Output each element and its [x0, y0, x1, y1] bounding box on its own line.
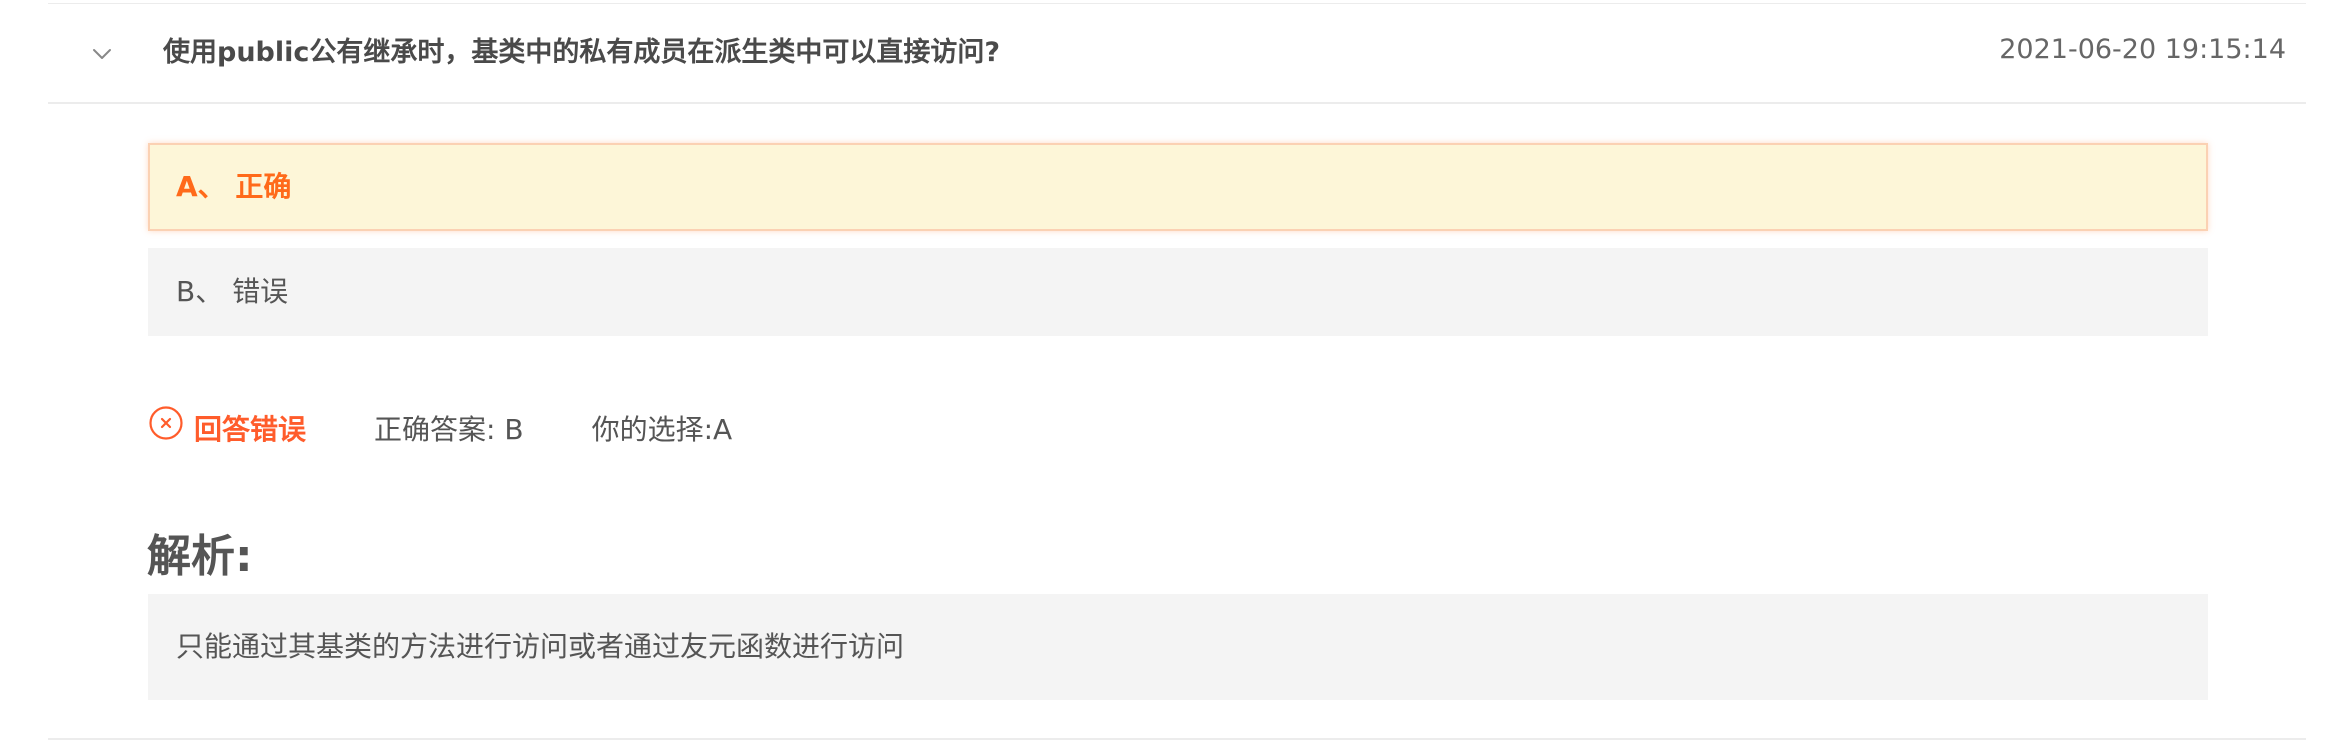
option-a[interactable]: A、 正确: [148, 143, 2208, 231]
option-b-label: B、 错误: [176, 275, 289, 308]
analysis-text: 只能通过其基类的方法进行访问或者通过友元函数进行访问: [148, 594, 2208, 700]
question-text: 使用public公有继承时，基类中的私有成员在派生类中可以直接访问?: [163, 37, 1001, 68]
option-b[interactable]: B、 错误: [148, 248, 2208, 336]
result-status: 回答错误: [194, 413, 307, 446]
answer-result-row: 回答错误 正确答案: B 你的选择:A: [148, 402, 732, 454]
question-header[interactable]: 使用public公有继承时，基类中的私有成员在派生类中可以直接访问? 2021-…: [48, 4, 2306, 104]
question-timestamp: 2021-06-20 19:15:14: [1999, 34, 2286, 65]
chevron-down-icon[interactable]: [84, 36, 120, 72]
correct-answer: 正确答案: B: [374, 413, 524, 446]
option-a-label: A、 正确: [176, 170, 292, 203]
your-choice: 你的选择:A: [591, 413, 733, 446]
analysis-title: 解析:: [147, 531, 253, 582]
question-review-page: 使用public公有继承时，基类中的私有成员在派生类中可以直接访问? 2021-…: [0, 0, 2346, 740]
x-circle-icon: [148, 405, 184, 441]
